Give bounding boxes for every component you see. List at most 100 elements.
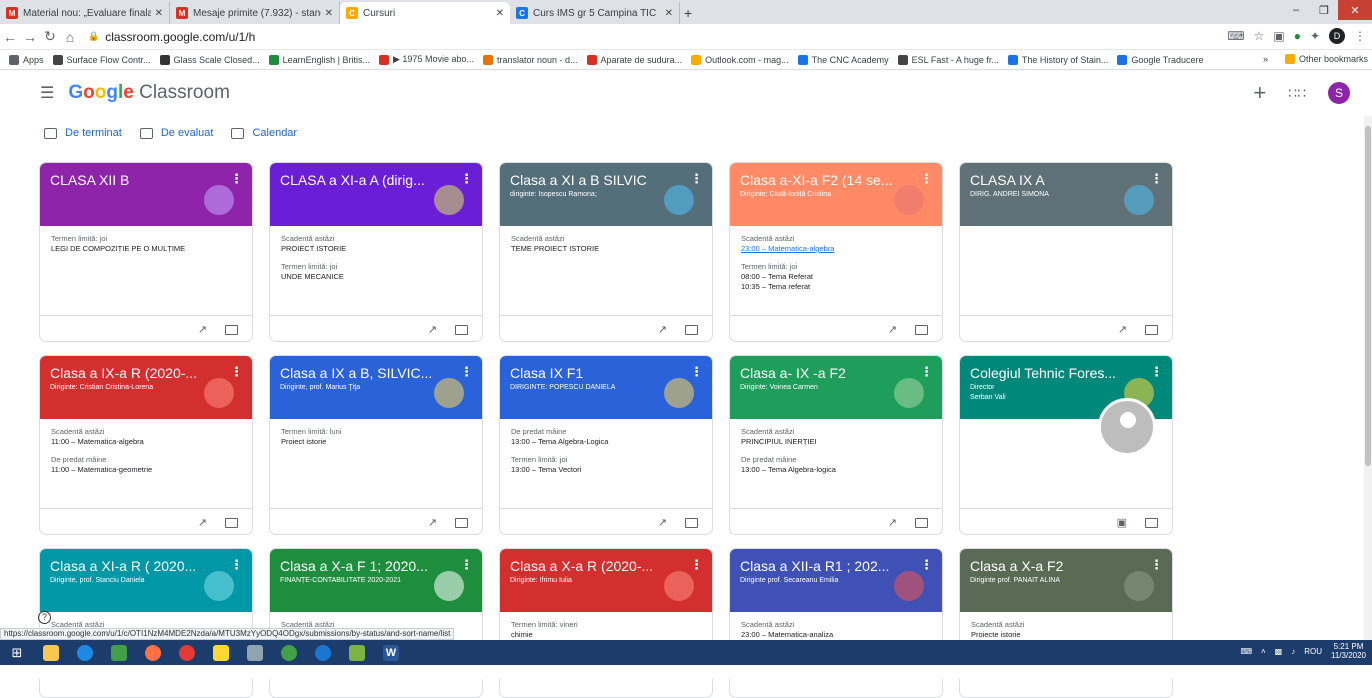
reload-icon[interactable]: ↻ bbox=[40, 28, 60, 45]
assignment-item[interactable]: LEGI DE COMPOZIȚIE PE O MULȚIME bbox=[51, 244, 241, 254]
class-banner[interactable]: CLASA XII B ⋮ bbox=[40, 163, 252, 226]
class-banner[interactable]: Clasa a XI-a R ( 2020... Diriginte, prof.… bbox=[40, 549, 252, 612]
browser-tab[interactable]: M Mesaje primite (7.932) - stanciu.d ✕ bbox=[170, 2, 340, 24]
bookmark-item[interactable]: Aparate de sudura... bbox=[586, 54, 682, 65]
trend-icon[interactable]: ↗ bbox=[428, 516, 437, 529]
more-options-icon[interactable]: ⋮ bbox=[230, 364, 243, 380]
trend-icon[interactable]: ↗ bbox=[198, 323, 207, 336]
class-banner[interactable]: Clasa a X-a F 1; 2020... FINANȚE-CONTABIL… bbox=[270, 549, 482, 612]
assignment-item[interactable]: UNDE MECANICE bbox=[281, 272, 471, 282]
assignment-item[interactable]: 08:00 – Tema Referat bbox=[741, 272, 931, 282]
class-card[interactable]: CLASA a XI-a A (dirig... ⋮ Scadentă astăzi… bbox=[269, 162, 483, 342]
maximize-icon[interactable]: ❐ bbox=[1310, 0, 1338, 20]
class-card[interactable]: Clasa a IX-a R (2020-... Diriginte: Crist… bbox=[39, 355, 253, 535]
bookmark-item[interactable]: Glass Scale Closed... bbox=[159, 54, 260, 65]
class-name[interactable]: Clasa a X-a F2 bbox=[970, 558, 1145, 574]
bookmark-item[interactable]: The History of Stain... bbox=[1007, 54, 1108, 65]
minimize-icon[interactable]: – bbox=[1282, 0, 1310, 20]
class-banner[interactable]: Clasa a XII-a R1 ; 202... Diriginte prof.… bbox=[730, 549, 942, 612]
taskbar-app-6-icon[interactable] bbox=[204, 640, 238, 665]
class-banner[interactable]: Clasa IX F1 DIRIGINTE: POPESCU DANIELA ⋮ bbox=[500, 356, 712, 419]
folder-icon[interactable] bbox=[455, 517, 468, 528]
assignment-item[interactable]: 11:00 – Matematica-algebra bbox=[51, 437, 241, 447]
clock[interactable]: 5:21 PM 11/3/2020 bbox=[1331, 642, 1366, 660]
assignment-item[interactable]: 13:00 – Tema Algebra-Logica bbox=[511, 437, 701, 447]
scrollbar-thumb[interactable] bbox=[1365, 126, 1371, 466]
hamburger-menu-icon[interactable]: ☰ bbox=[40, 83, 54, 103]
assignment-item[interactable]: 13:00 – Tema Vectori bbox=[511, 465, 701, 475]
tray-expand-icon[interactable]: ˄ bbox=[1261, 647, 1266, 656]
network-icon[interactable]: ▩ bbox=[1275, 647, 1283, 656]
extension-icon[interactable]: ▣ bbox=[1273, 29, 1284, 43]
trend-icon[interactable]: ↗ bbox=[1118, 323, 1127, 336]
trend-icon[interactable]: ↗ bbox=[658, 323, 667, 336]
forward-icon[interactable]: → bbox=[20, 29, 40, 45]
folder-icon[interactable] bbox=[455, 324, 468, 335]
tab-close-icon[interactable]: ✕ bbox=[325, 8, 333, 19]
assignment-item[interactable]: 23:00 – Matematica-analiza bbox=[741, 630, 931, 640]
more-options-icon[interactable]: ⋮ bbox=[460, 171, 473, 187]
taskbar-app-8-icon[interactable] bbox=[272, 640, 306, 665]
puzzle-icon[interactable]: ✦ bbox=[1310, 29, 1320, 43]
more-options-icon[interactable]: ⋮ bbox=[690, 171, 703, 187]
menu-icon[interactable]: ⋮ bbox=[1354, 29, 1366, 43]
class-card[interactable]: CLASA XII B ⋮ Termen limită: joi LEGI DE CO… bbox=[39, 162, 253, 342]
class-name[interactable]: Clasa a IX a B, SILVIC... bbox=[280, 365, 455, 381]
other-bookmarks[interactable]: Other bookmarks bbox=[1284, 54, 1368, 64]
class-name[interactable]: Clasa a XII-a R1 ; 202... bbox=[740, 558, 915, 574]
taskbar-edge-icon[interactable] bbox=[68, 640, 102, 665]
class-name[interactable]: Clasa a-XI-a F2 (14 se... bbox=[740, 172, 915, 188]
folder-icon[interactable] bbox=[1145, 517, 1158, 528]
more-options-icon[interactable]: ⋮ bbox=[920, 171, 933, 187]
assignment-item[interactable]: 23:00 – Matematica-algebra bbox=[741, 244, 931, 254]
more-options-icon[interactable]: ⋮ bbox=[920, 557, 933, 573]
keyboard-icon[interactable]: ⌨ bbox=[1240, 647, 1252, 656]
gradebook-icon[interactable]: ▣ bbox=[1117, 516, 1127, 529]
more-options-icon[interactable]: ⋮ bbox=[1150, 171, 1163, 187]
google-apps-icon[interactable]: ∷∷ bbox=[1288, 85, 1306, 102]
class-name[interactable]: Clasa a IX-a R (2020-... bbox=[50, 365, 225, 381]
taskbar-app-7-icon[interactable] bbox=[238, 640, 272, 665]
class-name[interactable]: CLASA XII B bbox=[50, 172, 225, 188]
class-name[interactable]: Clasa a X-a R (2020-... bbox=[510, 558, 685, 574]
url-field[interactable]: 🔒 classroom.google.com/u/1/h bbox=[88, 30, 255, 44]
class-name[interactable]: Clasa a X-a F 1; 2020... bbox=[280, 558, 455, 574]
tab-close-icon[interactable]: ✕ bbox=[665, 8, 673, 19]
class-name[interactable]: Clasa a XI-a R ( 2020... bbox=[50, 558, 225, 574]
folder-icon[interactable] bbox=[685, 517, 698, 528]
more-options-icon[interactable]: ⋮ bbox=[690, 557, 703, 573]
start-button[interactable]: ⊞ bbox=[0, 640, 34, 665]
assignment-item[interactable]: TEME PROIECT ISTORIE bbox=[511, 244, 701, 254]
class-name[interactable]: CLASA a XI-a A (dirig... bbox=[280, 172, 455, 188]
assignment-item[interactable]: 13:00 – Tema Algebra-logica bbox=[741, 465, 931, 475]
browser-tab[interactable]: C Curs IMS gr 5 Campina TIC ✕ bbox=[510, 2, 680, 24]
assignment-item[interactable]: PRINCIPIUL INERȚIEI bbox=[741, 437, 931, 447]
taskbar-word-icon[interactable]: W bbox=[374, 640, 408, 665]
trend-icon[interactable]: ↗ bbox=[658, 516, 667, 529]
close-window-icon[interactable]: ✕ bbox=[1338, 0, 1372, 20]
taskbar-app-10-icon[interactable] bbox=[340, 640, 374, 665]
class-name[interactable]: Colegiul Tehnic Fores... bbox=[970, 365, 1145, 381]
more-options-icon[interactable]: ⋮ bbox=[920, 364, 933, 380]
class-name[interactable]: Clasa a XI a B SILVIC bbox=[510, 172, 685, 188]
action-to-do[interactable]: De terminat bbox=[44, 127, 122, 139]
class-banner[interactable]: Clasa a X-a R (2020-... Diriginte: Ifrimu… bbox=[500, 549, 712, 612]
trend-icon[interactable]: ↗ bbox=[888, 516, 897, 529]
tab-close-icon[interactable]: ✕ bbox=[496, 8, 504, 19]
assignment-item[interactable]: Proiect istorie bbox=[281, 437, 471, 447]
taskbar-app-9-icon[interactable] bbox=[306, 640, 340, 665]
taskbar-chrome-icon[interactable] bbox=[170, 640, 204, 665]
taskbar-firefox-icon[interactable] bbox=[136, 640, 170, 665]
folder-icon[interactable] bbox=[225, 517, 238, 528]
classroom-logo[interactable]: Google Classroom bbox=[68, 82, 230, 104]
class-name[interactable]: CLASA IX A bbox=[970, 172, 1145, 188]
class-banner[interactable]: Clasa a-XI-a F2 (14 se... Diriginte: Ciut… bbox=[730, 163, 942, 226]
folder-icon[interactable] bbox=[685, 324, 698, 335]
assignment-item[interactable]: 10:35 – Tema referat bbox=[741, 282, 931, 292]
bookmark-item[interactable]: translator noun - d... bbox=[482, 54, 578, 65]
page-scrollbar[interactable] bbox=[1364, 116, 1372, 640]
bookmark-item[interactable]: Outlook.com - mag... bbox=[691, 54, 789, 65]
trend-icon[interactable]: ↗ bbox=[198, 516, 207, 529]
bookmark-item[interactable]: ▶ 1975 Movie abo... bbox=[379, 54, 474, 65]
more-options-icon[interactable]: ⋮ bbox=[230, 557, 243, 573]
